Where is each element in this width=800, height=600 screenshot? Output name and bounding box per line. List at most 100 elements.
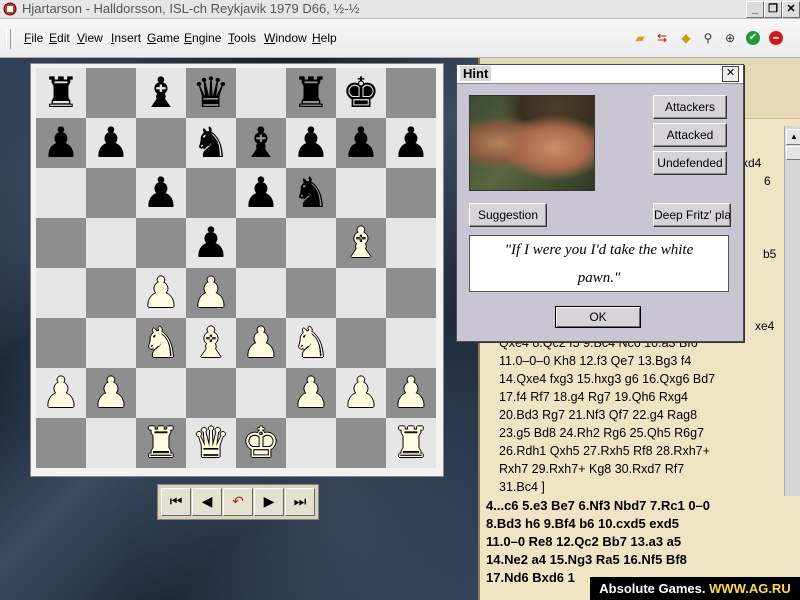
variation-line[interactable]: 11.0–0–0 Kh8 12.f3 Qe7 13.Bg3 f4 (499, 354, 691, 368)
attacked-button[interactable]: Attacked (653, 123, 727, 147)
green-check-icon[interactable]: ✔ (746, 31, 760, 45)
red-stop-icon[interactable]: ━ (769, 31, 783, 45)
main-line[interactable]: 17.Nd6 Bxd6 1 (486, 570, 575, 585)
main-line[interactable]: 4...c6 5.e3 Be7 6.Nf3 Nbd7 7.Rc1 0–0 (486, 498, 710, 513)
white-pawn-icon[interactable]: ♟ (36, 368, 86, 418)
chess-board[interactable]: ♜ ♝ ♛ ♜ ♚ ♟ ♟ ♞ ♝ ♟ ♟ ♟ ♟ ♟ ♞ ♟ ♝ ♟ ♟ ♞ ♝ ♟ ♞ ♟ ♟ ♟ ♟ ♟ ♜ ♛ ♚ ♜ (36, 68, 436, 468)
black-bishop-icon[interactable]: ♝ (236, 118, 286, 168)
dialog-close-button[interactable]: ✕ (722, 66, 739, 82)
white-knight-icon[interactable]: ♞ (136, 318, 186, 368)
square-a3[interactable] (36, 318, 86, 368)
square-c5[interactable] (136, 218, 186, 268)
folder-icon[interactable]: ▰ (633, 31, 647, 45)
white-pawn-icon[interactable]: ♟ (86, 368, 136, 418)
menu-game[interactable]: Game (147, 31, 180, 45)
square-f4[interactable] (286, 268, 336, 318)
white-pawn-icon[interactable]: ♟ (236, 318, 286, 368)
variation-line[interactable]: 14.Qxe4 fxg3 15.hxg3 g6 16.Qxg6 Bd7 (499, 372, 715, 386)
white-bishop-icon[interactable]: ♝ (336, 218, 386, 268)
suggestion-button[interactable]: Suggestion (469, 203, 547, 227)
white-pawn-icon[interactable]: ♟ (186, 268, 236, 318)
black-rook-icon[interactable]: ♜ (36, 68, 86, 118)
menu-help[interactable]: Help (312, 31, 337, 45)
arrows-icon[interactable]: ⇆ (655, 31, 669, 45)
square-g1[interactable] (336, 418, 386, 468)
square-a6[interactable] (36, 168, 86, 218)
black-queen-icon[interactable]: ♛ (186, 68, 236, 118)
white-bishop-icon[interactable]: ♝ (186, 318, 236, 368)
main-line[interactable]: 11.0–0 Re8 12.Qc2 Bb7 13.a3 a5 (486, 534, 681, 549)
white-king-icon[interactable]: ♚ (236, 418, 286, 468)
menu-tools[interactable]: Tools (228, 31, 256, 45)
square-b5[interactable] (86, 218, 136, 268)
close-button[interactable]: ✕ (782, 1, 800, 18)
black-bishop-icon[interactable]: ♝ (136, 68, 186, 118)
variation-line[interactable]: 31.Bc4 ] (499, 480, 545, 494)
square-b8[interactable] (86, 68, 136, 118)
black-pawn-icon[interactable]: ♟ (336, 118, 386, 168)
black-knight-icon[interactable]: ♞ (286, 168, 336, 218)
minimize-button[interactable]: _ (746, 1, 764, 18)
white-pawn-icon[interactable]: ♟ (136, 268, 186, 318)
variation-line[interactable]: 26.Rdh1 Qxh5 27.Rxh5 Rf8 28.Rxh7+ (499, 444, 710, 458)
square-c7[interactable] (136, 118, 186, 168)
deep-fritz-plan-button[interactable]: Deep Fritz' plan (653, 203, 731, 227)
black-pawn-icon[interactable]: ♟ (236, 168, 286, 218)
next-move-button[interactable]: ▶ (254, 488, 284, 516)
white-pawn-icon[interactable]: ♟ (386, 368, 436, 418)
square-d2[interactable] (186, 368, 236, 418)
variation-line[interactable]: 23.g5 Bd8 24.Rh2 Rg6 25.Qh5 R6g7 (499, 426, 704, 440)
first-move-button[interactable]: ⏮ (161, 488, 191, 516)
main-line[interactable]: 8.Bd3 h6 9.Bf4 b6 10.cxd5 exd5 (486, 516, 679, 531)
toolbar-grip[interactable] (6, 29, 11, 49)
square-h8[interactable] (386, 68, 436, 118)
main-line[interactable]: 14.Ne2 a4 15.Ng3 Ra5 16.Nf5 Bf8 (486, 552, 687, 567)
white-pawn-icon[interactable]: ♟ (336, 368, 386, 418)
square-b1[interactable] (86, 418, 136, 468)
square-c2[interactable] (136, 368, 186, 418)
scroll-up-icon[interactable]: ▲ (786, 129, 800, 145)
black-pawn-icon[interactable]: ♟ (136, 168, 186, 218)
square-e4[interactable] (236, 268, 286, 318)
menu-file[interactable]: File (24, 31, 43, 45)
black-pawn-icon[interactable]: ♟ (286, 118, 336, 168)
white-knight-icon[interactable]: ♞ (286, 318, 336, 368)
square-b4[interactable] (86, 268, 136, 318)
white-rook-icon[interactable]: ♜ (136, 418, 186, 468)
scroll-thumb[interactable] (786, 146, 800, 160)
white-pawn-icon[interactable]: ♟ (286, 368, 336, 418)
zoom-icon[interactable]: ⊕ (723, 31, 737, 45)
dialog-title-bar[interactable]: Hint ✕ (457, 65, 743, 84)
black-king-icon[interactable]: ♚ (336, 68, 386, 118)
notation-scrollbar[interactable]: ▲ (784, 126, 800, 496)
square-h6[interactable] (386, 168, 436, 218)
square-f5[interactable] (286, 218, 336, 268)
menu-view[interactable]: View (77, 31, 103, 45)
square-b3[interactable] (86, 318, 136, 368)
variation-line[interactable]: 17.f4 Rf7 18.g4 Rg7 19.Qh6 Rxg4 (499, 390, 688, 404)
square-g6[interactable] (336, 168, 386, 218)
ok-button[interactable]: OK (555, 306, 641, 328)
prev-move-button[interactable]: ◀ (192, 488, 222, 516)
black-rook-icon[interactable]: ♜ (286, 68, 336, 118)
white-rook-icon[interactable]: ♜ (386, 418, 436, 468)
variation-line[interactable]: Rxh7 29.Rxh7+ Kg8 30.Rxd7 Rf7 (499, 462, 684, 476)
black-pawn-icon[interactable]: ♟ (86, 118, 136, 168)
last-move-button[interactable]: ⏭ (285, 488, 315, 516)
square-a5[interactable] (36, 218, 86, 268)
square-d6[interactable] (186, 168, 236, 218)
square-e2[interactable] (236, 368, 286, 418)
square-b6[interactable] (86, 168, 136, 218)
square-a1[interactable] (36, 418, 86, 468)
black-pawn-icon[interactable]: ♟ (386, 118, 436, 168)
attackers-button[interactable]: Attackers (653, 95, 727, 119)
black-knight-icon[interactable]: ♞ (186, 118, 236, 168)
menu-edit[interactable]: Edit (49, 31, 70, 45)
square-h3[interactable] (386, 318, 436, 368)
takeback-button[interactable]: ↶ (223, 488, 253, 516)
square-e8[interactable] (236, 68, 286, 118)
square-h4[interactable] (386, 268, 436, 318)
square-h5[interactable] (386, 218, 436, 268)
square-a4[interactable] (36, 268, 86, 318)
restore-button[interactable]: ❐ (764, 1, 782, 18)
